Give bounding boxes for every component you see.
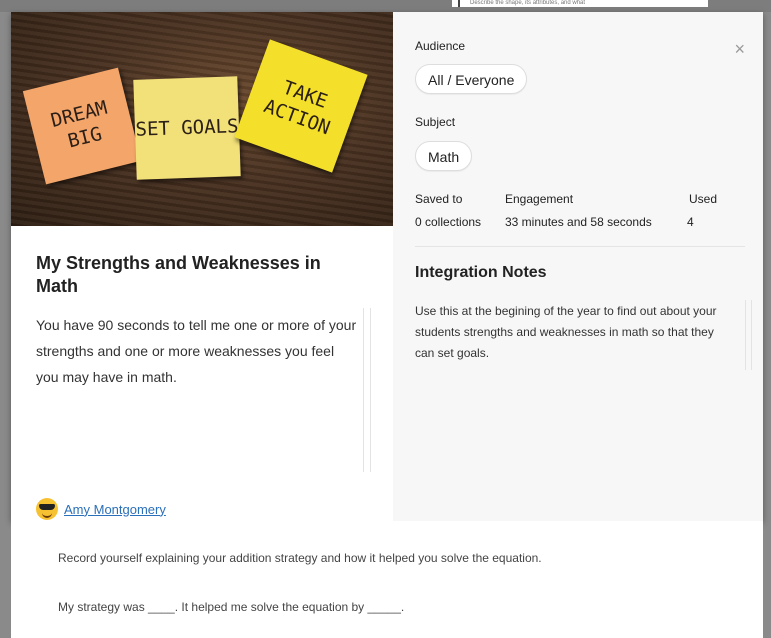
- description-scrollbar[interactable]: [363, 308, 371, 472]
- saved-to-value: 0 collections: [415, 215, 482, 229]
- subject-pill[interactable]: Math: [415, 141, 473, 171]
- background-page: Record yourself explaining your addition…: [11, 521, 763, 638]
- prompt-cover-image: DREAM BIG SET GOALS TAKE ACTION: [11, 12, 393, 226]
- background-instruction: Record yourself explaining your addition…: [58, 551, 542, 565]
- close-icon[interactable]: ×: [734, 40, 745, 58]
- integration-notes-text: Use this at the begining of the year to …: [415, 304, 717, 360]
- sticky-note-set-goals: SET GOALS: [133, 76, 241, 180]
- prompt-title: My Strengths and Weaknesses in Math: [36, 253, 321, 296]
- backdrop-marker: [458, 0, 460, 7]
- prompt-detail-modal: DREAM BIG SET GOALS TAKE ACTION My Stren…: [11, 12, 763, 521]
- integration-notes-title: Integration Notes: [415, 264, 547, 281]
- audience-label: Audience: [415, 39, 466, 53]
- used-label: Used: [689, 192, 718, 206]
- prompt-description: You have 90 seconds to tell me one or mo…: [36, 317, 357, 385]
- backdrop-snippet: Describe the shape, its attributes, and …: [452, 0, 708, 7]
- divider: [415, 246, 745, 247]
- audience-pill[interactable]: All / Everyone: [415, 64, 528, 94]
- saved-to-label: Saved to: [415, 192, 463, 206]
- background-sentence-frame: My strategy was ____. It helped me solve…: [58, 600, 405, 614]
- author-link[interactable]: Amy Montgomery: [64, 502, 166, 517]
- sunglasses-emoji-icon: [36, 498, 58, 520]
- modal-right-column: × Audience All / Everyone Subject Math S…: [393, 12, 763, 521]
- used-value: 4: [687, 215, 694, 229]
- modal-left-column: DREAM BIG SET GOALS TAKE ACTION My Stren…: [11, 12, 393, 521]
- engagement-value: 33 minutes and 58 seconds: [505, 215, 652, 229]
- author: Amy Montgomery: [36, 498, 166, 520]
- notes-scrollbar[interactable]: [745, 300, 752, 370]
- subject-label: Subject: [415, 115, 456, 129]
- engagement-label: Engagement: [505, 192, 574, 206]
